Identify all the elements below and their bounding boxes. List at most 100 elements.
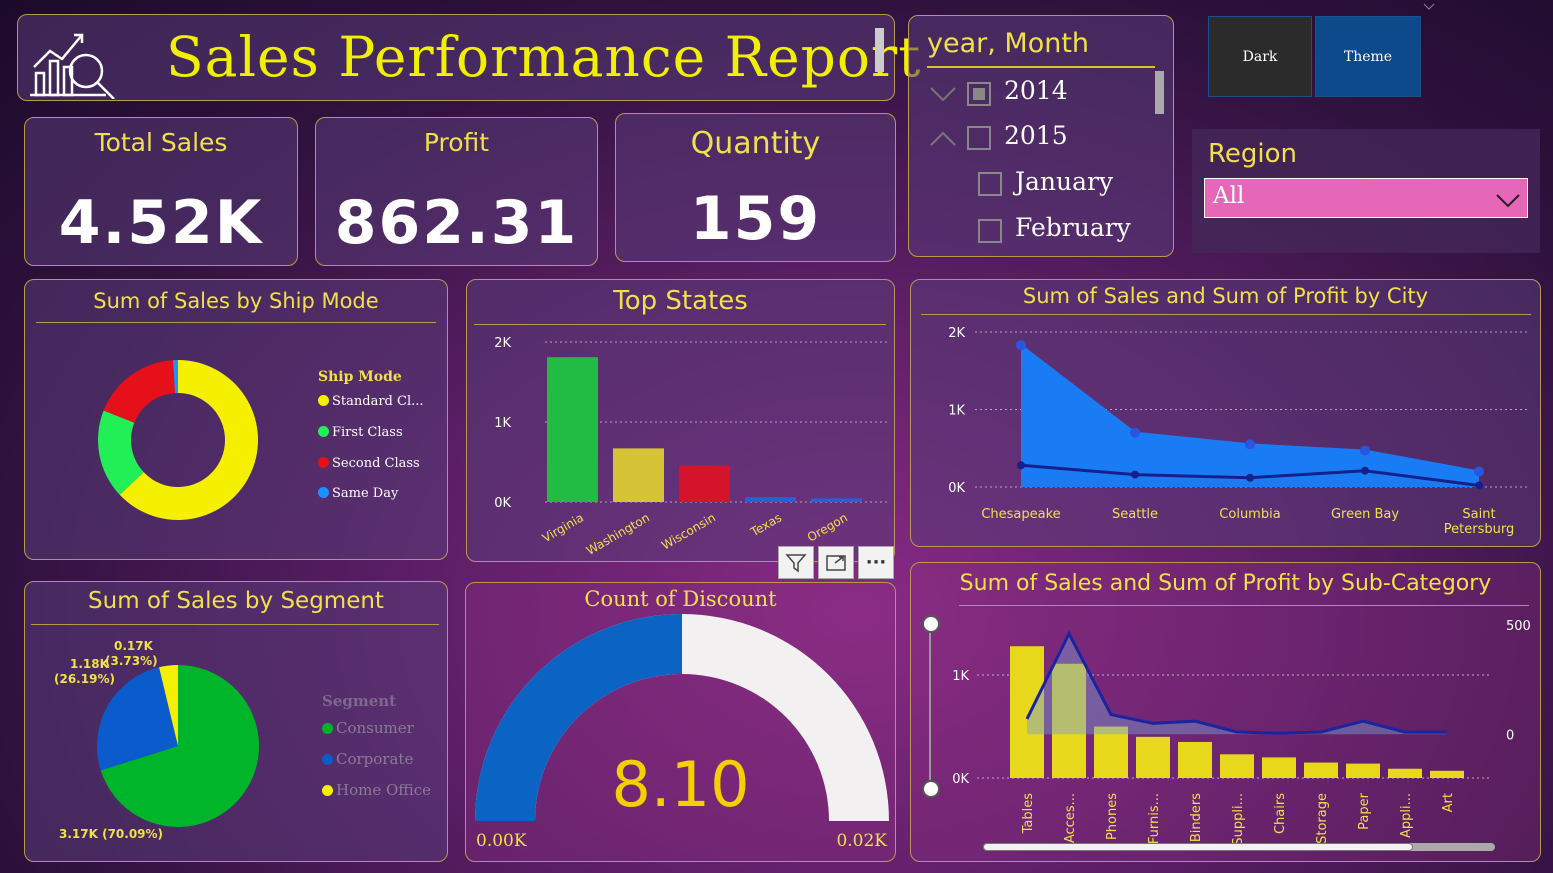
y-tick-label-right: 0 — [1506, 728, 1514, 743]
top-states-card: Top States 0K 1K 2K Virginia Washington Wisco… — [466, 279, 895, 562]
kpi-label: Profit — [423, 128, 490, 157]
x-tick-label: Petersburg — [1444, 522, 1514, 537]
bar-chairs — [1262, 757, 1296, 778]
scrollbar-thumb[interactable] — [983, 843, 1413, 851]
x-tick-label: Art — [1441, 793, 1456, 812]
legend-title: Ship Mode — [318, 369, 402, 385]
theme-button[interactable]: Theme — [1315, 16, 1421, 97]
discount-gauge — [475, 614, 889, 821]
x-tick-label: Furnis... — [1147, 793, 1162, 844]
y-tick-label: 1K — [948, 404, 965, 419]
horizontal-scrollbar[interactable] — [983, 843, 1495, 851]
legend-item[interactable]: Consumer — [322, 719, 414, 737]
legend-item[interactable]: Same Day — [318, 486, 398, 501]
x-tick-label: Binders — [1189, 793, 1204, 842]
bar-oregon — [811, 498, 862, 502]
kpi-profit: Profit 862.31 — [315, 117, 598, 266]
chevron-down-icon — [1423, 3, 1435, 10]
x-tick-label: Suppli... — [1231, 793, 1246, 846]
profit-point — [1361, 466, 1369, 475]
date-slicer: year, Month 2014 2015 January February — [908, 15, 1174, 257]
gauge-max-label: 0.02K — [836, 831, 887, 851]
x-tick-label: Texas — [747, 510, 784, 539]
legend-dot-icon — [318, 457, 329, 468]
discount-card: Count of Discount 8.10 0.00K 0.02K — [465, 582, 896, 862]
y-tick-label: 1K — [494, 416, 511, 431]
more-options-icon[interactable]: ··· — [858, 546, 894, 579]
kpi-value: 159 — [689, 184, 822, 254]
y-tick-label: 2K — [948, 326, 965, 341]
legend-item[interactable]: Second Class — [318, 456, 420, 471]
card-title: Sum of Sales by Ship Mode — [93, 289, 379, 313]
focus-mode-icon[interactable] — [818, 546, 854, 579]
checkbox-january[interactable] — [978, 172, 1002, 196]
page-title: Sales Performance Report — [166, 25, 922, 89]
subcat-card: Sum of Sales and Sum of Profit by Sub-Ca… — [910, 562, 1541, 862]
pie-label: (3.73%) — [105, 654, 158, 668]
region-slicer: Region All — [1192, 129, 1540, 253]
legend-dot-icon — [322, 754, 333, 765]
chevron-down-icon[interactable] — [929, 84, 959, 104]
pie-label: 1.18K — [70, 657, 109, 671]
bar-storage — [1304, 762, 1338, 778]
y-tick-label: 2K — [494, 336, 511, 351]
slicer-item-2015[interactable]: 2015 — [1004, 121, 1068, 150]
x-tick-label: Storage — [1315, 793, 1330, 844]
x-tick-label: Columbia — [1219, 507, 1280, 522]
zoom-slider-handle-top[interactable] — [922, 615, 940, 633]
y-tick-label-left: 1K — [952, 669, 969, 684]
checkbox-february[interactable] — [978, 219, 1002, 243]
bar-wisconsin — [679, 465, 730, 502]
dark-button[interactable]: Dark — [1208, 16, 1312, 97]
pie-label: (26.19%) — [54, 672, 115, 686]
pie-label: 3.17K (70.09%) — [59, 827, 164, 841]
zoom-slider-handle-bottom[interactable] — [922, 780, 940, 798]
header-scrollbar[interactable] — [875, 28, 884, 72]
kpi-quantity: Quantity 159 — [615, 113, 896, 262]
region-dropdown[interactable]: All — [1204, 178, 1528, 218]
chevron-up-icon[interactable] — [929, 129, 959, 149]
x-tick-label: Saint — [1462, 507, 1495, 522]
slicer-scrollbar[interactable] — [1155, 71, 1164, 114]
zoom-slider-track[interactable] — [929, 623, 931, 788]
filter-icon[interactable] — [778, 546, 814, 579]
bar-paper — [1346, 763, 1380, 778]
profit-point — [1246, 473, 1254, 482]
slicer-item-2014[interactable]: 2014 — [1004, 76, 1068, 105]
ship-mode-card: Sum of Sales by Ship Mode Ship Mode Stan… — [24, 279, 448, 560]
x-tick-label: Paper — [1357, 792, 1372, 829]
y-tick-label: 0K — [948, 481, 965, 496]
x-tick-label: Washington — [584, 510, 652, 557]
legend-dot-icon — [318, 426, 329, 437]
kpi-value: 4.52K — [58, 188, 264, 258]
kpi-value: 862.31 — [334, 188, 579, 258]
sales-point — [1360, 445, 1370, 456]
legend-item[interactable]: Corporate — [322, 750, 413, 768]
legend-item[interactable]: Home Office — [322, 781, 431, 799]
x-tick-label: Seattle — [1112, 507, 1158, 522]
sales-point — [1245, 439, 1255, 450]
sales-area — [1021, 345, 1479, 487]
legend-item[interactable]: Standard Cl... — [318, 394, 424, 409]
x-tick-label: Chesapeake — [981, 507, 1060, 522]
x-tick-label: Appli... — [1399, 793, 1414, 838]
card-title: Sum of Sales by Segment — [88, 588, 384, 614]
bar-texas — [745, 497, 796, 502]
bar-appli — [1388, 768, 1422, 778]
kpi-label: Quantity — [690, 126, 821, 161]
city-card: Sum of Sales and Sum of Profit by City 0… — [910, 279, 1541, 547]
y-tick-label-right: 500 — [1506, 619, 1531, 634]
ship-mode-donut — [98, 360, 258, 520]
slicer-item-january[interactable]: January — [1015, 167, 1113, 196]
profit-area — [1027, 633, 1447, 735]
checkbox-2015[interactable] — [967, 126, 991, 150]
legend-item[interactable]: First Class — [318, 425, 403, 440]
slicer-item-february[interactable]: February — [1015, 213, 1131, 242]
bar-art — [1430, 770, 1464, 778]
checkbox-2014[interactable] — [967, 82, 991, 106]
x-tick-label: Chairs — [1273, 793, 1288, 834]
legend-dot-icon — [318, 487, 329, 498]
legend-dot-icon — [322, 785, 333, 796]
x-tick-label: Acces... — [1063, 793, 1078, 843]
bar-furnis — [1136, 736, 1170, 778]
